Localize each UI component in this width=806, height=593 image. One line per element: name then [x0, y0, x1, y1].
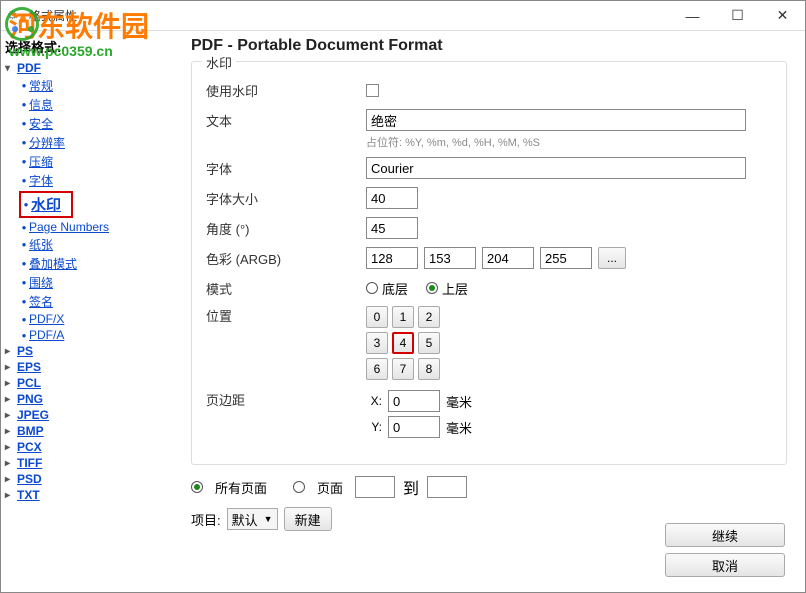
select-format-label: 选择格式:: [5, 37, 179, 56]
tree-pdf-wrap[interactable]: ●围绕: [19, 273, 179, 292]
minimize-button[interactable]: —: [670, 1, 715, 31]
margin-label: 页边距: [206, 390, 366, 409]
tree-txt[interactable]: ▸TXT: [5, 487, 179, 503]
color-label: 色彩 (ARGB): [206, 249, 366, 268]
margin-y-label: Y:: [366, 420, 382, 434]
angle-label: 角度 (°): [206, 219, 366, 238]
fontsize-input[interactable]: [366, 187, 418, 209]
tree-pcx[interactable]: ▸PCX: [5, 439, 179, 455]
position-grid: 0 1 2 3 4 5 6 7 8: [366, 306, 440, 384]
continue-button[interactable]: 继续: [665, 523, 785, 547]
page-to-input[interactable]: [427, 476, 467, 498]
font-input[interactable]: [366, 157, 746, 179]
new-profile-button[interactable]: 新建: [284, 507, 332, 531]
tree-pdf-overlay[interactable]: ●叠加模式: [19, 254, 179, 273]
tree-pdf-pdfx[interactable]: ●PDF/X: [19, 311, 179, 327]
use-watermark-label: 使用水印: [206, 81, 366, 100]
placeholder-hint: 占位符: %Y, %m, %d, %H, %M, %S: [366, 134, 772, 150]
margin-y-input[interactable]: [388, 416, 440, 438]
content-title: PDF - Portable Document Format: [191, 37, 787, 55]
pos-2[interactable]: 2: [418, 306, 440, 328]
tree-pdf-watermark[interactable]: ●水印: [21, 193, 61, 216]
margin-x-unit: 毫米: [446, 392, 472, 411]
mode-top-label: 上层: [442, 279, 468, 298]
tree-bmp[interactable]: ▸BMP: [5, 423, 179, 439]
tree-pdf-watermark-highlighted: ●水印: [19, 191, 73, 218]
margin-x-label: X:: [366, 394, 382, 408]
mode-bottom-label: 底层: [382, 279, 408, 298]
pos-8[interactable]: 8: [418, 358, 440, 380]
close-button[interactable]: ✕: [760, 1, 805, 31]
mode-top-radio[interactable]: [426, 282, 438, 294]
text-label: 文本: [206, 111, 366, 130]
color-a-input[interactable]: [366, 247, 418, 269]
color-picker-button[interactable]: ...: [598, 247, 626, 269]
tree-pdf-font[interactable]: ●字体: [19, 171, 179, 190]
page-from-input[interactable]: [355, 476, 395, 498]
tree-pdf-pagenumbers[interactable]: ●Page Numbers: [19, 219, 179, 235]
all-pages-label: 所有页面: [215, 478, 267, 497]
content-panel: PDF - Portable Document Format 水印 使用水印 文…: [183, 31, 805, 591]
format-tree: 选择格式: ▾PDF ●常规 ●信息 ●安全 ●分辨率 ●压缩 ●字体 ●水印 …: [1, 31, 183, 591]
all-pages-radio[interactable]: [191, 481, 203, 493]
profile-select-value: 默认: [232, 510, 258, 529]
tree-pdf-security[interactable]: ●安全: [19, 114, 179, 133]
color-r-input[interactable]: [424, 247, 476, 269]
page-range-radio[interactable]: [293, 481, 305, 493]
profile-select[interactable]: 默认 ▼: [227, 508, 278, 530]
tree-pdf-resolution[interactable]: ●分辨率: [19, 133, 179, 152]
app-icon: ⚙: [7, 8, 23, 24]
cancel-button[interactable]: 取消: [665, 553, 785, 577]
chevron-down-icon: ▼: [264, 514, 273, 524]
color-g-input[interactable]: [482, 247, 534, 269]
maximize-button[interactable]: ☐: [715, 1, 760, 31]
mode-label: 模式: [206, 279, 366, 298]
tree-tiff[interactable]: ▸TIFF: [5, 455, 179, 471]
angle-input[interactable]: [366, 217, 418, 239]
fieldset-legend: 水印: [202, 53, 236, 72]
pos-6[interactable]: 6: [366, 358, 388, 380]
pos-7[interactable]: 7: [392, 358, 414, 380]
tree-pcl[interactable]: ▸PCL: [5, 375, 179, 391]
tree-psd[interactable]: ▸PSD: [5, 471, 179, 487]
tree-pdf-sign[interactable]: ●签名: [19, 292, 179, 311]
margin-y-unit: 毫米: [446, 418, 472, 437]
item-label: 项目:: [191, 510, 221, 529]
watermark-fieldset: 水印 使用水印 文本 占位符: %Y, %m, %d, %H, %M, %S 字…: [191, 61, 787, 465]
tree-pdf-compression[interactable]: ●压缩: [19, 152, 179, 171]
pos-3[interactable]: 3: [366, 332, 388, 354]
tree-pdf-general[interactable]: ●常规: [19, 76, 179, 95]
tree-png[interactable]: ▸PNG: [5, 391, 179, 407]
pos-5[interactable]: 5: [418, 332, 440, 354]
tree-pdf-paper[interactable]: ●纸张: [19, 235, 179, 254]
color-b-input[interactable]: [540, 247, 592, 269]
tree-pdf[interactable]: ▾PDF: [5, 60, 179, 76]
page-to-label: 到: [403, 475, 419, 499]
fontsize-label: 字体大小: [206, 189, 366, 208]
tree-pdf-pdfa[interactable]: ●PDF/A: [19, 327, 179, 343]
tree-ps[interactable]: ▸PS: [5, 343, 179, 359]
tree-pdf-info[interactable]: ●信息: [19, 95, 179, 114]
use-watermark-checkbox[interactable]: [366, 84, 379, 97]
text-input[interactable]: [366, 109, 746, 131]
pos-1[interactable]: 1: [392, 306, 414, 328]
page-range-label: 页面: [317, 478, 343, 497]
titlebar: ⚙ 格式属性 — ☐ ✕: [1, 1, 805, 31]
margin-x-input[interactable]: [388, 390, 440, 412]
pos-4[interactable]: 4: [392, 332, 414, 354]
pos-0[interactable]: 0: [366, 306, 388, 328]
font-label: 字体: [206, 159, 366, 178]
tree-jpeg[interactable]: ▸JPEG: [5, 407, 179, 423]
mode-bottom-radio[interactable]: [366, 282, 378, 294]
tree-eps[interactable]: ▸EPS: [5, 359, 179, 375]
position-label: 位置: [206, 306, 366, 325]
window-title: 格式属性: [29, 7, 670, 24]
